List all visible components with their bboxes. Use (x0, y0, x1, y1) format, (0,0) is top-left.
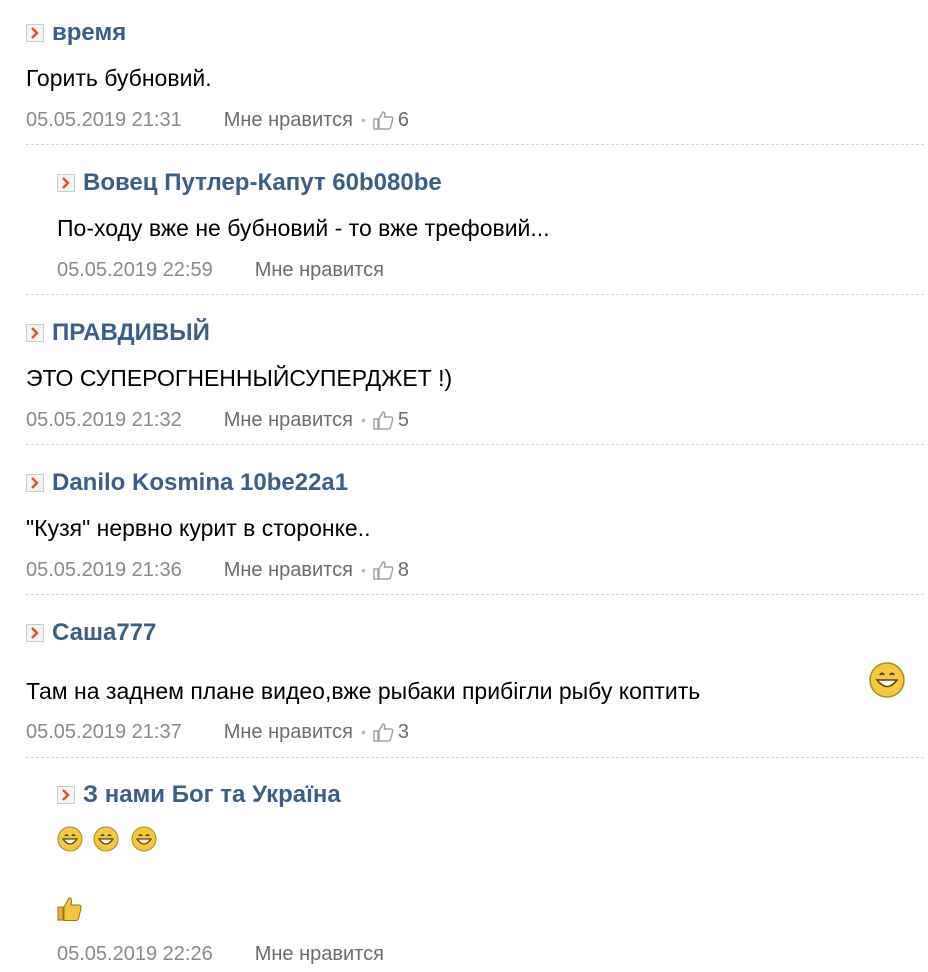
divider (26, 144, 924, 145)
like-button[interactable]: Мне нравится (224, 409, 353, 432)
comment-text: ЭТО СУПЕРОГНЕННЫЙСУПЕРДЖЕТ !) (26, 365, 453, 391)
like-button[interactable]: Мне нравится (224, 109, 353, 132)
thumbs-up-icon[interactable] (372, 559, 394, 581)
author-name[interactable]: Вовец Путлер-Капут 60b080be (83, 169, 442, 197)
arrow-right-icon (57, 786, 75, 804)
comment-date: 05.05.2019 21:32 (26, 408, 182, 431)
comment-date: 05.05.2019 21:36 (26, 558, 182, 581)
comment-meta: 05.05.2019 22:26 Мне нравится (57, 941, 384, 967)
author-name[interactable]: время (52, 19, 126, 47)
like-button[interactable]: Мне нравится (224, 721, 353, 744)
divider (26, 294, 924, 295)
author-name[interactable]: Danilo Kosmina 10be22a1 (52, 469, 348, 497)
author-row: время (26, 18, 126, 48)
author-row: З нами Бог та Україна (57, 780, 341, 810)
separator-dot: • (360, 724, 366, 740)
comment-meta: 05.05.2019 21:37 Мне нравится • 3 (26, 719, 409, 745)
author-row: Саша777 (26, 618, 156, 648)
arrow-right-icon (26, 324, 44, 342)
grinning-emoji (93, 826, 119, 852)
arrow-right-icon (26, 624, 44, 642)
separator-dot: • (360, 562, 366, 578)
divider (26, 444, 924, 445)
author-row: Danilo Kosmina 10be22a1 (26, 468, 348, 498)
separator-dot: • (360, 112, 366, 128)
author-name[interactable]: З нами Бог та Україна (83, 781, 341, 809)
like-button[interactable]: Мне нравится (255, 943, 384, 966)
arrow-right-icon (26, 474, 44, 492)
grinning-emoji (869, 662, 905, 698)
thumbs-up-icon[interactable] (372, 109, 394, 131)
comment-date: 05.05.2019 22:26 (57, 942, 213, 965)
comment-meta: 05.05.2019 21:36 Мне нравится • 8 (26, 557, 409, 583)
grinning-emoji (131, 826, 157, 852)
author-row: ПРАВДИВЫЙ (26, 318, 210, 348)
like-count: 3 (397, 720, 409, 743)
thumbs-up-icon[interactable] (372, 721, 394, 743)
comment-date: 05.05.2019 21:31 (26, 108, 182, 131)
comment-meta: 05.05.2019 21:32 Мне нравится • 5 (26, 407, 409, 433)
comment-text: Там на заднем плане видео,вже рыбаки при… (26, 678, 701, 704)
comment-meta: 05.05.2019 21:31 Мне нравится • 6 (26, 107, 409, 133)
author-name[interactable]: Саша777 (52, 619, 156, 647)
divider (26, 757, 924, 758)
comment-meta: 05.05.2019 22:59 Мне нравится (57, 257, 384, 283)
like-count: 8 (397, 558, 409, 581)
like-button[interactable]: Мне нравится (255, 259, 384, 282)
comment-date: 05.05.2019 21:37 (26, 720, 182, 743)
author-row: Вовец Путлер-Капут 60b080be (57, 168, 442, 198)
comment-text: По-ходу вже не бубновий - то вже трефови… (57, 215, 550, 241)
thumbs-up-icon[interactable] (372, 409, 394, 431)
like-button[interactable]: Мне нравится (224, 559, 353, 582)
comment-text: "Кузя" нервно курит в сторонке.. (26, 515, 371, 541)
comment-text: Горить бубновий. (26, 65, 212, 91)
like-count: 6 (397, 108, 409, 131)
grinning-emoji (57, 826, 83, 852)
separator-dot: • (360, 412, 366, 428)
comment-date: 05.05.2019 22:59 (57, 258, 213, 281)
arrow-right-icon (57, 174, 75, 192)
like-count: 5 (397, 408, 409, 431)
author-name[interactable]: ПРАВДИВЫЙ (52, 319, 210, 347)
divider (26, 594, 924, 595)
arrow-right-icon (26, 24, 44, 42)
thumbs-up-emoji (57, 897, 82, 921)
